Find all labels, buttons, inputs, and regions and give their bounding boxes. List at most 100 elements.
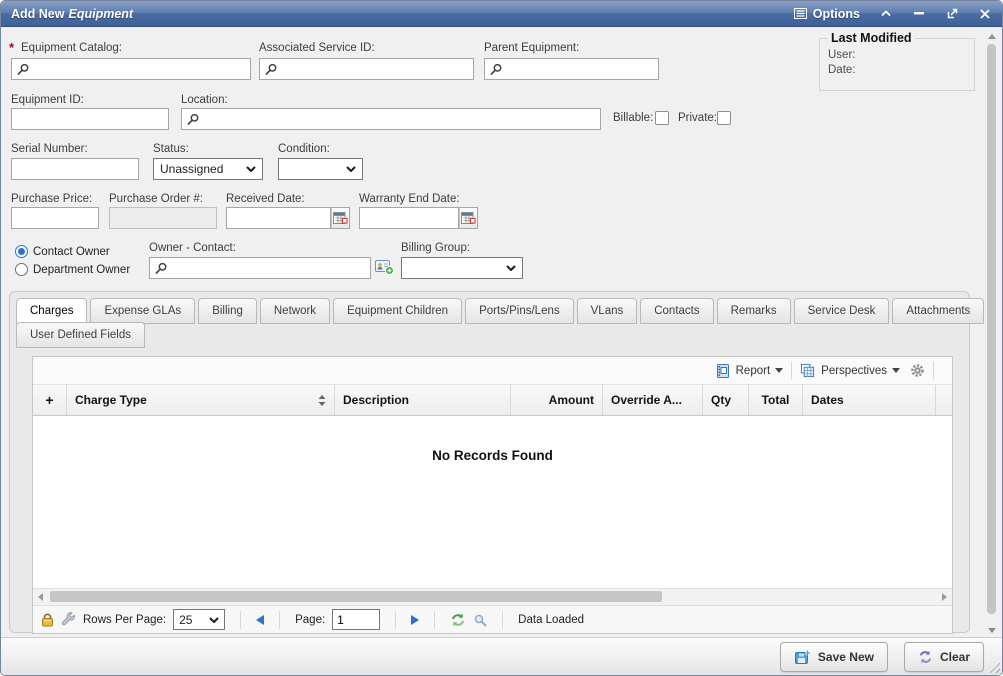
grid-footer: Rows Per Page: 25 Page: Data Loaded (33, 605, 952, 633)
owner-contact-label: Owner - Contact: (149, 242, 236, 254)
column-header-description[interactable]: Description (335, 385, 511, 415)
minimize-button[interactable] (912, 7, 926, 21)
calendar-icon (461, 211, 476, 225)
column-header-charge-type[interactable]: Charge Type (67, 385, 335, 415)
scroll-up-arrow[interactable] (987, 31, 997, 41)
owner-contact-input[interactable] (149, 257, 371, 279)
owner-contact-field[interactable] (171, 260, 366, 276)
grid-settings-button[interactable] (910, 363, 925, 378)
column-header-total[interactable]: Total (749, 385, 803, 415)
equipment-catalog-field[interactable] (33, 61, 246, 77)
previous-page-button[interactable] (256, 615, 264, 625)
rows-per-page-select[interactable]: 25 (173, 609, 225, 630)
grid-body: No Records Found (33, 416, 952, 588)
refresh-icon[interactable] (450, 613, 466, 627)
purchase-price-field[interactable] (16, 210, 94, 226)
purchase-order-label: Purchase Order #: (109, 193, 203, 205)
tab-attachments[interactable]: Attachments (892, 298, 984, 324)
close-icon (980, 9, 990, 19)
perspectives-label: Perspectives (821, 365, 887, 377)
horizontal-scroll-thumb[interactable] (50, 591, 662, 602)
grid-horizontal-scrollbar[interactable] (33, 588, 952, 605)
tab-billing[interactable]: Billing (198, 298, 257, 324)
received-date-input[interactable] (226, 207, 331, 229)
associated-service-id-input[interactable] (259, 58, 474, 80)
warranty-end-date-field[interactable] (364, 210, 454, 226)
page-number-input[interactable] (332, 609, 380, 630)
footer-divider (502, 611, 503, 629)
column-header-qty[interactable]: Qty (703, 385, 749, 415)
add-contact-button[interactable] (375, 259, 394, 275)
tab-remarks[interactable]: Remarks (717, 298, 791, 324)
column-header-override-amount[interactable]: Override A... (603, 385, 703, 415)
location-field[interactable] (203, 111, 596, 127)
column-header-add[interactable]: + (33, 385, 67, 415)
tab-user-defined-fields[interactable]: User Defined Fields (16, 322, 145, 348)
no-records-message: No Records Found (33, 448, 952, 463)
column-header-dates[interactable]: Dates (803, 385, 936, 415)
vertical-scroll-thumb[interactable] (987, 44, 996, 614)
tab-contacts[interactable]: Contacts (640, 298, 713, 324)
condition-label: Condition: (278, 143, 330, 155)
parent-equipment-input[interactable] (484, 58, 659, 80)
scroll-down-arrow[interactable] (987, 625, 997, 635)
save-new-button[interactable]: Save New (780, 642, 888, 672)
warranty-end-date-input[interactable] (359, 207, 459, 229)
serial-number-field[interactable] (16, 161, 134, 177)
clear-button[interactable]: Clear (904, 642, 984, 672)
search-icon (16, 63, 29, 76)
tab-network[interactable]: Network (260, 298, 330, 324)
warranty-end-date-calendar-button[interactable] (459, 207, 478, 229)
received-date-field[interactable] (231, 210, 326, 226)
sort-icon[interactable] (318, 395, 326, 406)
report-label: Report (736, 365, 771, 377)
purchase-price-input[interactable] (11, 207, 99, 229)
footer-divider (395, 611, 396, 629)
add-contact-icon (375, 259, 394, 275)
tab-expense-glas[interactable]: Expense GLAs (90, 298, 195, 324)
report-button[interactable]: Report (715, 363, 784, 379)
dialog-vertical-scrollbar[interactable] (985, 31, 999, 635)
billing-group-select[interactable] (401, 257, 523, 279)
scroll-left-arrow[interactable] (33, 589, 48, 604)
department-owner-radio[interactable] (15, 263, 28, 276)
tab-charges[interactable]: Charges (16, 298, 87, 324)
popout-button[interactable] (945, 7, 959, 21)
chevron-down-icon (246, 166, 256, 172)
charges-grid: Report Perspectives + Charge Type (32, 356, 953, 634)
column-header-amount[interactable]: Amount (511, 385, 603, 415)
tab-vlans[interactable]: VLans (577, 298, 638, 324)
contact-owner-radio[interactable] (15, 245, 28, 258)
tab-service-desk[interactable]: Service Desk (794, 298, 890, 324)
parent-equipment-label: Parent Equipment: (484, 42, 579, 54)
private-checkbox[interactable] (717, 111, 731, 125)
tab-ports-pins-lens[interactable]: Ports/Pins/Lens (465, 298, 574, 324)
calendar-icon (333, 211, 348, 225)
received-date-calendar-button[interactable] (331, 207, 350, 229)
next-page-button[interactable] (411, 615, 419, 625)
equipment-catalog-input[interactable] (11, 58, 251, 80)
parent-equipment-field[interactable] (506, 61, 654, 77)
serial-number-input[interactable] (11, 158, 139, 180)
caret-down-icon (775, 368, 783, 373)
private-label: Private: (678, 112, 717, 124)
billable-checkbox[interactable] (655, 111, 669, 125)
close-button[interactable] (978, 7, 992, 21)
equipment-id-field[interactable] (16, 111, 164, 127)
collapse-button[interactable] (879, 7, 893, 21)
chevron-down-icon (506, 265, 516, 271)
chevron-down-icon (346, 166, 356, 172)
equipment-id-input[interactable] (11, 108, 169, 130)
wrench-icon[interactable] (61, 612, 76, 627)
condition-select[interactable] (278, 158, 363, 180)
scroll-right-arrow[interactable] (937, 589, 952, 604)
billing-group-label: Billing Group: (401, 242, 470, 254)
options-button[interactable]: Options (794, 7, 860, 21)
status-select[interactable]: Unassigned (153, 158, 263, 180)
perspectives-button[interactable]: Perspectives (800, 363, 900, 378)
location-input[interactable] (181, 108, 601, 130)
associated-service-id-field[interactable] (281, 61, 469, 77)
tab-equipment-children[interactable]: Equipment Children (333, 298, 462, 324)
search-records-icon[interactable] (473, 613, 487, 627)
lock-icon[interactable] (41, 613, 54, 627)
